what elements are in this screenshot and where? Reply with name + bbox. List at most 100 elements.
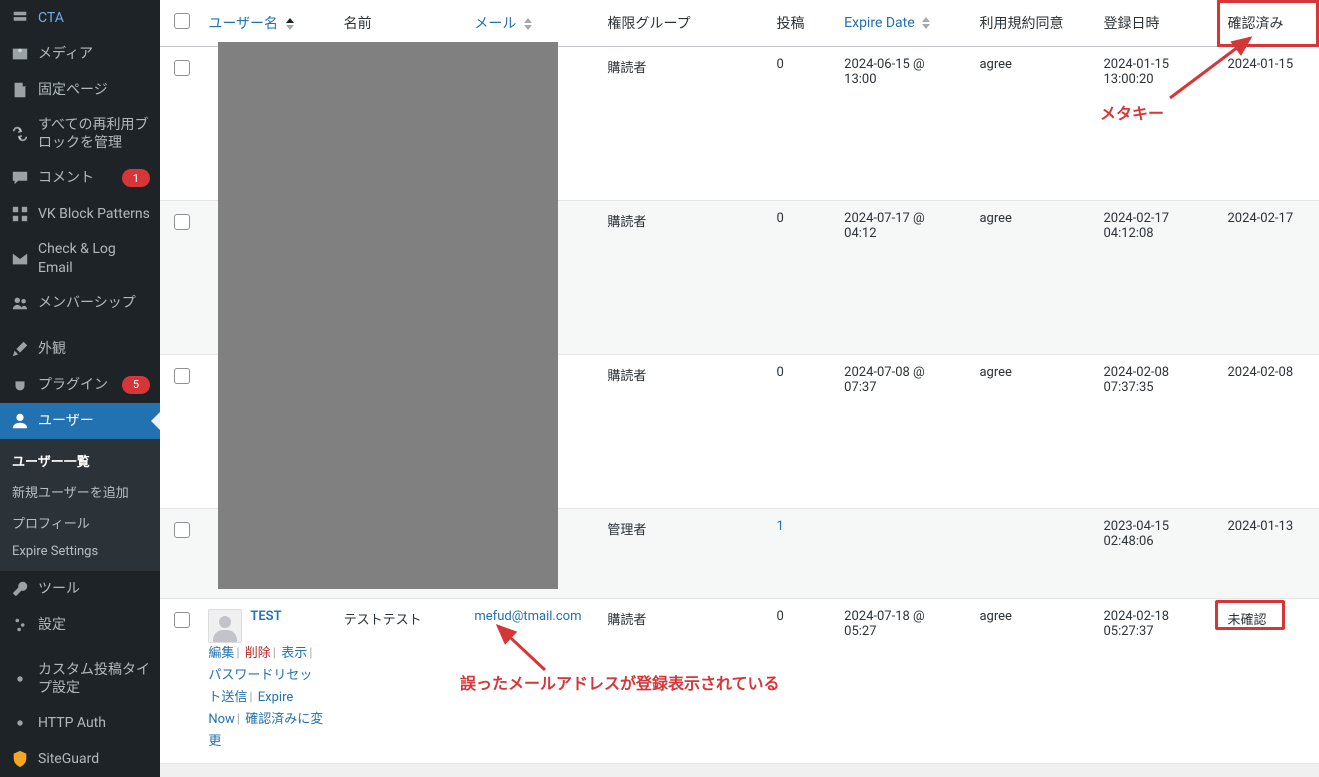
sidebar-item-siteguard[interactable]: SiteGuard [0,741,160,777]
sidebar-item-users[interactable]: ユーザー [0,403,160,439]
sidebar-item-plugins[interactable]: プラグイン5 [0,367,160,403]
wrench-icon [10,579,30,599]
header-confirmed[interactable]: 確認済み [1217,0,1319,47]
sidebar-item-appearance[interactable]: 外観 [0,331,160,367]
admin-sidebar: CTA メディア 固定ページ すべての再利用ブロックを管理 コメント1 VK B… [0,0,160,777]
cell-confirmed: 2024-02-08 [1217,355,1319,509]
cell-posts: 0 [767,355,835,509]
sidebar-item-vk[interactable]: VK Block Patterns [0,196,160,232]
sliders-icon [10,615,30,635]
gear-icon [10,669,30,689]
row-checkbox[interactable] [174,522,190,538]
header-username-link[interactable]: ユーザー名 [208,16,278,32]
cell-registered: 2024-01-15 13:00:20 [1093,47,1217,201]
cell-registered: 2023-04-15 02:48:06 [1093,509,1217,599]
sidebar-item-label: ツール [38,580,150,598]
sidebar-item-http-auth[interactable]: HTTP Auth [0,705,160,741]
row-checkbox[interactable] [174,612,190,628]
table-header-row: ユーザー名 名前 メール 権限グループ 投稿 Expire Date 利用規約同… [160,0,1319,47]
email-link[interactable]: mefud@tmail.com [474,609,581,624]
submenu-users-profile[interactable]: プロフィール [0,507,160,538]
action-edit[interactable]: 編集 [208,646,234,661]
sidebar-item-tools[interactable]: ツール [0,571,160,607]
header-agree[interactable]: 利用規約同意 [969,0,1093,47]
sort-indicator-icon [286,17,294,31]
sidebar-item-label: プラグイン [38,376,118,394]
submenu-users-expire[interactable]: Expire Settings [0,538,160,565]
brush-icon [10,339,30,359]
cell-role: 購読者 [597,47,766,201]
submenu-users-add[interactable]: 新規ユーザーを追加 [0,476,160,507]
header-name[interactable]: 名前 [334,0,465,47]
table-row: TEST 編集| 削除| 表示| パスワードリセット送信| Expire Now… [160,599,1319,764]
action-view[interactable]: 表示 [281,646,307,661]
cell-name: テストテスト [334,599,465,764]
sidebar-item-settings[interactable]: 設定 [0,607,160,643]
cell-confirmed: 2024-01-13 [1217,509,1319,599]
header-username[interactable]: ユーザー名 [198,0,333,47]
cell-agree: agree [969,599,1093,764]
header-expire[interactable]: Expire Date [834,0,969,47]
action-delete[interactable]: 削除 [245,646,271,661]
cell-role: 管理者 [597,509,766,599]
cell-agree: agree [969,47,1093,201]
sidebar-submenu-users: ユーザー一覧 新規ユーザーを追加 プロフィール Expire Settings [0,439,160,571]
header-posts[interactable]: 投稿 [767,0,835,47]
cell-expire: 2024-07-18 @ 05:27 [834,599,969,764]
mail-icon [10,249,30,269]
cell-expire: 2024-07-17 @ 04:12 [834,201,969,355]
sidebar-item-label: 外観 [38,340,150,358]
cell-confirmed: 2024-02-17 [1217,201,1319,355]
header-expire-link[interactable]: Expire Date [844,15,915,31]
cell-email: mefud@tmail.com [464,599,597,764]
page-icon [10,80,30,100]
gear-icon [10,713,30,733]
posts-link[interactable]: 1 [777,519,784,534]
header-registered[interactable]: 登録日時 [1093,0,1217,47]
header-email-link[interactable]: メール [474,16,516,32]
cell-role: 購読者 [597,201,766,355]
shield-icon [10,749,30,769]
cta-icon [10,8,30,28]
cell-agree: agree [969,201,1093,355]
sidebar-item-label: CTA [38,9,150,27]
row-checkbox[interactable] [174,60,190,76]
sidebar-item-label: 固定ページ [38,81,150,99]
header-email[interactable]: メール [464,0,597,47]
sidebar-item-cpt[interactable]: カスタム投稿タイプ設定 [0,653,160,705]
cell-expire: 2024-06-15 @ 13:00 [834,47,969,201]
cell-expire: 2024-07-08 @ 07:37 [834,355,969,509]
row-checkbox[interactable] [174,214,190,230]
user-icon [10,411,30,431]
cell-registered: 2024-02-17 04:12:08 [1093,201,1217,355]
cell-role: 購読者 [597,599,766,764]
username-link[interactable]: TEST [250,609,281,624]
sidebar-item-label: すべての再利用ブロックを管理 [38,116,150,152]
group-icon [10,293,30,313]
sidebar-item-label: コメント [38,169,118,187]
sidebar-item-media[interactable]: メディア [0,36,160,72]
header-role[interactable]: 権限グループ [597,0,766,47]
select-all-checkbox[interactable] [174,13,190,29]
sidebar-item-membership[interactable]: メンバーシップ [0,285,160,321]
sidebar-item-comments[interactable]: コメント1 [0,160,160,196]
grid-icon [10,204,30,224]
sidebar-item-reusable[interactable]: すべての再利用ブロックを管理 [0,108,160,160]
cell-registered: 2024-02-08 07:37:35 [1093,355,1217,509]
sidebar-item-email-log[interactable]: Check & Log Email [0,232,160,284]
submenu-users-list[interactable]: ユーザー一覧 [0,445,160,476]
sidebar-item-label: VK Block Patterns [38,205,150,223]
avatar [208,609,242,643]
cell-role: 購読者 [597,355,766,509]
row-checkbox[interactable] [174,368,190,384]
plugins-badge: 5 [122,376,150,394]
sidebar-item-label: 設定 [38,616,150,634]
sidebar-item-cta[interactable]: CTA [0,0,160,36]
cell-posts: 0 [767,47,835,201]
comment-icon [10,168,30,188]
sidebar-item-pages[interactable]: 固定ページ [0,72,160,108]
cell-posts: 0 [767,201,835,355]
comments-badge: 1 [122,169,150,187]
header-checkbox[interactable] [160,0,198,47]
sidebar-item-label: HTTP Auth [38,714,150,732]
